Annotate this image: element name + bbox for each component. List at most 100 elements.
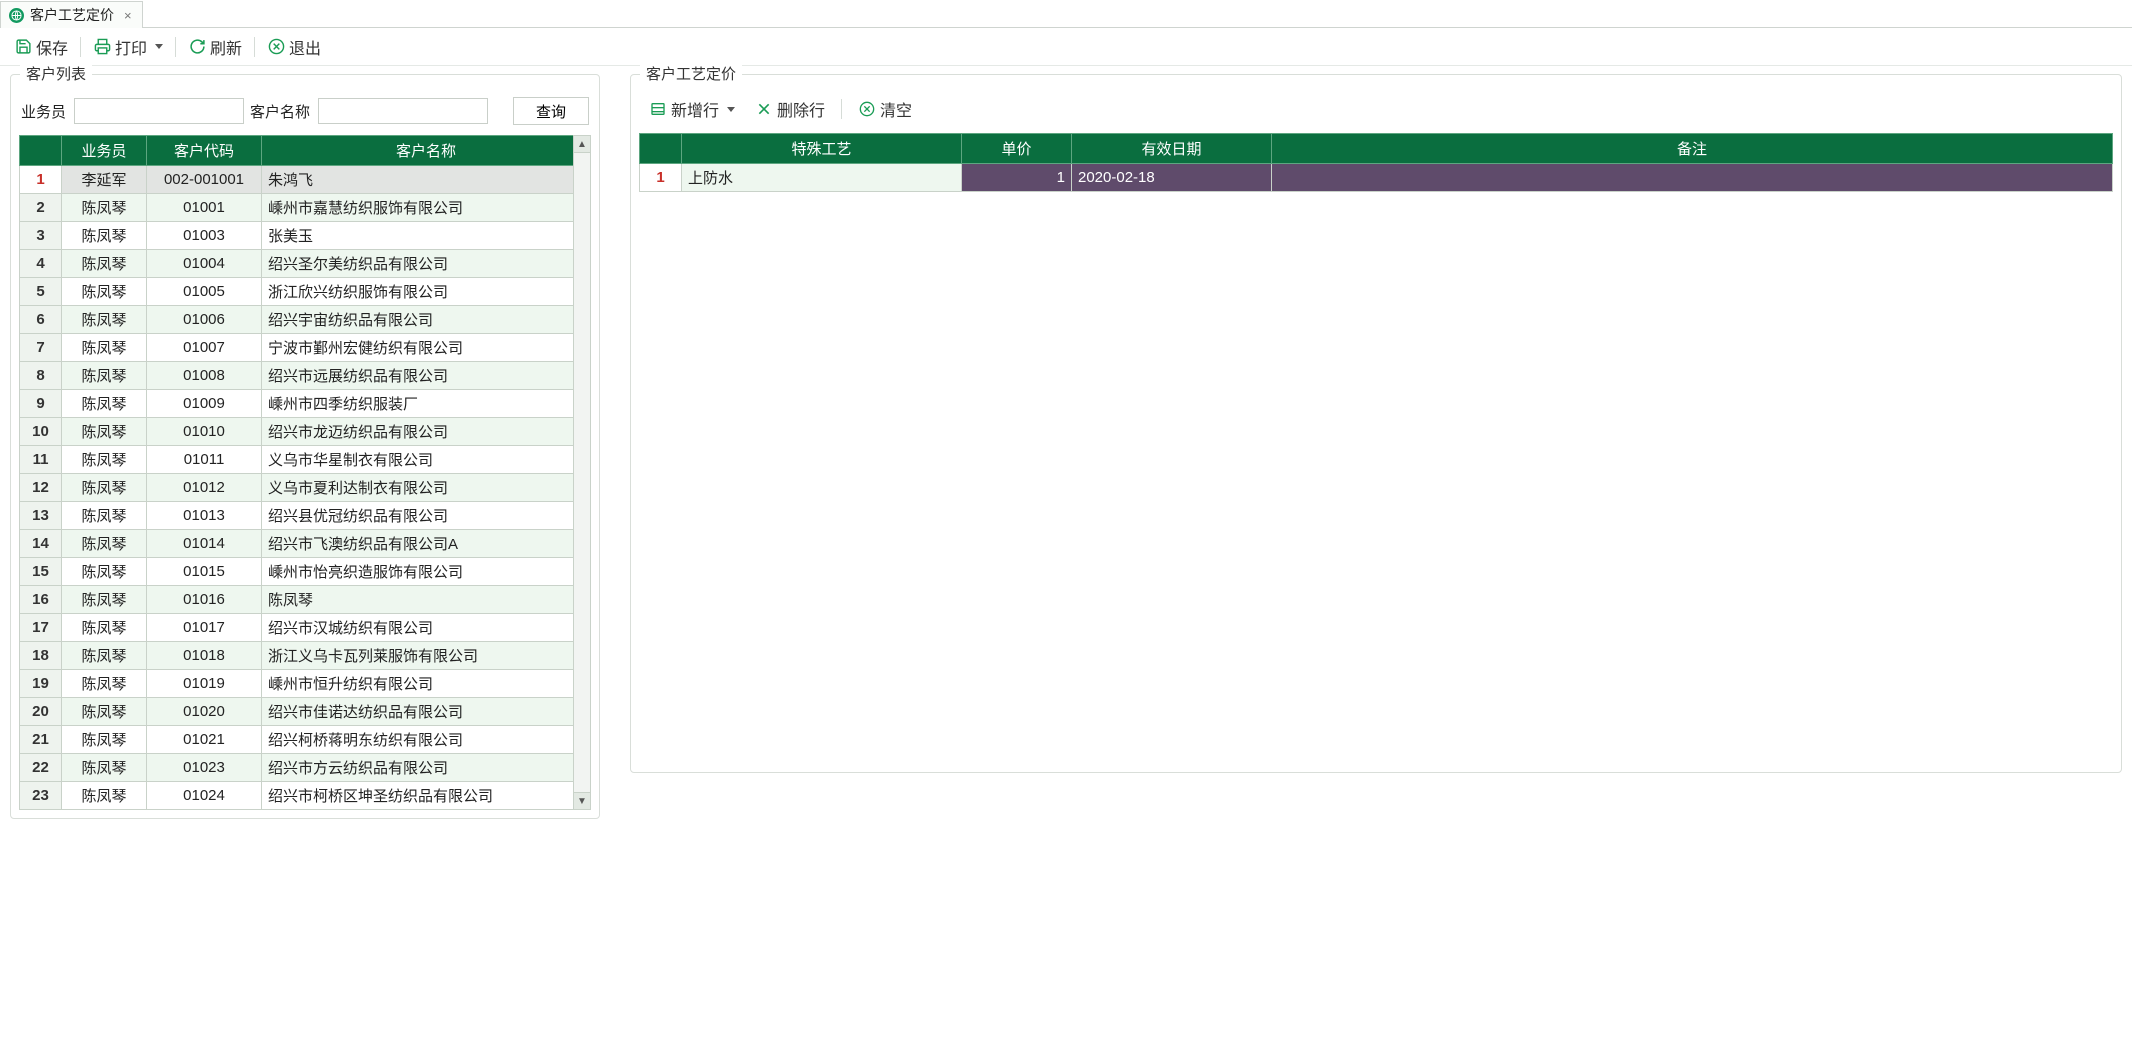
cell-sales[interactable]: 陈凤琴 (62, 222, 147, 250)
cell-process[interactable]: 上防水 (682, 164, 962, 192)
cell-name[interactable]: 绍兴柯桥蒋明东纺织有限公司 (262, 726, 591, 754)
clear-button[interactable]: 清空 (850, 95, 920, 123)
table-row[interactable]: 16陈凤琴01016陈凤琴 (20, 586, 591, 614)
cell-code[interactable]: 01018 (147, 642, 262, 670)
col-header-sales[interactable]: 业务员 (62, 136, 147, 166)
cell-code[interactable]: 01004 (147, 250, 262, 278)
cell-date[interactable]: 2020-02-18 (1072, 164, 1272, 192)
cell-sales[interactable]: 陈凤琴 (62, 614, 147, 642)
cell-sales[interactable]: 陈凤琴 (62, 782, 147, 810)
cell-name[interactable]: 义乌市华星制衣有限公司 (262, 446, 591, 474)
cell-sales[interactable]: 陈凤琴 (62, 558, 147, 586)
table-row[interactable]: 18陈凤琴01018浙江义乌卡瓦列莱服饰有限公司 (20, 642, 591, 670)
cell-name[interactable]: 绍兴市远展纺织品有限公司 (262, 362, 591, 390)
table-row[interactable]: 1上防水12020-02-18 (640, 164, 2113, 192)
cell-sales[interactable]: 陈凤琴 (62, 418, 147, 446)
cell-sales[interactable]: 陈凤琴 (62, 726, 147, 754)
col-header-note[interactable]: 备注 (1272, 134, 2113, 164)
cell-name[interactable]: 陈凤琴 (262, 586, 591, 614)
cell-code[interactable]: 01013 (147, 502, 262, 530)
table-row[interactable]: 22陈凤琴01023绍兴市方云纺织品有限公司 (20, 754, 591, 782)
cell-name[interactable]: 宁波市鄞州宏健纺织有限公司 (262, 334, 591, 362)
delete-row-button[interactable]: 删除行 (747, 95, 833, 123)
cell-name[interactable]: 绍兴市龙迈纺织品有限公司 (262, 418, 591, 446)
cell-sales[interactable]: 陈凤琴 (62, 530, 147, 558)
table-row[interactable]: 19陈凤琴01019嵊州市恒升纺织有限公司 (20, 670, 591, 698)
pricing-grid[interactable]: 特殊工艺 单价 有效日期 备注 1上防水12020-02-18 (639, 133, 2113, 192)
cell-name[interactable]: 绍兴圣尔美纺织品有限公司 (262, 250, 591, 278)
scroll-up-icon[interactable]: ▲ (574, 136, 590, 153)
cell-name[interactable]: 绍兴市飞澳纺织品有限公司A (262, 530, 591, 558)
cell-name[interactable]: 嵊州市恒升纺织有限公司 (262, 670, 591, 698)
cell-sales[interactable]: 陈凤琴 (62, 278, 147, 306)
cell-code[interactable]: 01011 (147, 446, 262, 474)
table-row[interactable]: 7陈凤琴01007宁波市鄞州宏健纺织有限公司 (20, 334, 591, 362)
cell-code[interactable]: 01019 (147, 670, 262, 698)
cell-code[interactable]: 01008 (147, 362, 262, 390)
col-header-process[interactable]: 特殊工艺 (682, 134, 962, 164)
table-row[interactable]: 4陈凤琴01004绍兴圣尔美纺织品有限公司 (20, 250, 591, 278)
cell-code[interactable]: 002-001001 (147, 166, 262, 194)
cell-name[interactable]: 义乌市夏利达制衣有限公司 (262, 474, 591, 502)
query-button[interactable]: 查询 (513, 97, 589, 125)
table-row[interactable]: 3陈凤琴01003张美玉 (20, 222, 591, 250)
cell-sales[interactable]: 陈凤琴 (62, 334, 147, 362)
cell-name[interactable]: 绍兴宇宙纺织品有限公司 (262, 306, 591, 334)
cell-price[interactable]: 1 (962, 164, 1072, 192)
cell-sales[interactable]: 陈凤琴 (62, 194, 147, 222)
cell-name[interactable]: 绍兴市柯桥区坤圣纺织品有限公司 (262, 782, 591, 810)
cell-code[interactable]: 01020 (147, 698, 262, 726)
cell-sales[interactable]: 陈凤琴 (62, 698, 147, 726)
cell-code[interactable]: 01024 (147, 782, 262, 810)
cell-name[interactable]: 绍兴县优冠纺织品有限公司 (262, 502, 591, 530)
cell-sales[interactable]: 陈凤琴 (62, 754, 147, 782)
cell-sales[interactable]: 陈凤琴 (62, 306, 147, 334)
table-row[interactable]: 6陈凤琴01006绍兴宇宙纺织品有限公司 (20, 306, 591, 334)
cell-name[interactable]: 浙江欣兴纺织服饰有限公司 (262, 278, 591, 306)
table-row[interactable]: 15陈凤琴01015嵊州市怡亮织造服饰有限公司 (20, 558, 591, 586)
cell-name[interactable]: 张美玉 (262, 222, 591, 250)
table-row[interactable]: 13陈凤琴01013绍兴县优冠纺织品有限公司 (20, 502, 591, 530)
cell-code[interactable]: 01023 (147, 754, 262, 782)
cell-code[interactable]: 01001 (147, 194, 262, 222)
table-row[interactable]: 12陈凤琴01012义乌市夏利达制衣有限公司 (20, 474, 591, 502)
cell-sales[interactable]: 陈凤琴 (62, 502, 147, 530)
print-button[interactable]: 打印 (85, 33, 171, 61)
table-row[interactable]: 17陈凤琴01017绍兴市汉城纺织有限公司 (20, 614, 591, 642)
cell-name[interactable]: 朱鸿飞 (262, 166, 591, 194)
scroll-down-icon[interactable]: ▼ (574, 792, 590, 809)
refresh-button[interactable]: 刷新 (180, 33, 250, 61)
vertical-scrollbar[interactable]: ▲ ▼ (573, 135, 591, 810)
cell-name[interactable]: 绍兴市方云纺织品有限公司 (262, 754, 591, 782)
cell-name[interactable]: 绍兴市汉城纺织有限公司 (262, 614, 591, 642)
save-button[interactable]: 保存 (6, 33, 76, 61)
table-row[interactable]: 1李延军002-001001朱鸿飞 (20, 166, 591, 194)
table-row[interactable]: 8陈凤琴01008绍兴市远展纺织品有限公司 (20, 362, 591, 390)
tab-customer-pricing[interactable]: 客户工艺定价 × (0, 1, 143, 28)
cell-sales[interactable]: 陈凤琴 (62, 670, 147, 698)
cell-code[interactable]: 01015 (147, 558, 262, 586)
cell-sales[interactable]: 陈凤琴 (62, 446, 147, 474)
col-header-date[interactable]: 有效日期 (1072, 134, 1272, 164)
exit-button[interactable]: 退出 (259, 33, 329, 61)
table-row[interactable]: 9陈凤琴01009嵊州市四季纺织服装厂 (20, 390, 591, 418)
close-icon[interactable]: × (124, 8, 132, 23)
cell-code[interactable]: 01021 (147, 726, 262, 754)
table-row[interactable]: 14陈凤琴01014绍兴市飞澳纺织品有限公司A (20, 530, 591, 558)
cell-sales[interactable]: 陈凤琴 (62, 362, 147, 390)
table-row[interactable]: 23陈凤琴01024绍兴市柯桥区坤圣纺织品有限公司 (20, 782, 591, 810)
cell-code[interactable]: 01010 (147, 418, 262, 446)
cell-sales[interactable]: 陈凤琴 (62, 642, 147, 670)
cell-code[interactable]: 01005 (147, 278, 262, 306)
cell-note[interactable] (1272, 164, 2113, 192)
cell-name[interactable]: 浙江义乌卡瓦列莱服饰有限公司 (262, 642, 591, 670)
salesperson-input[interactable] (74, 98, 244, 124)
cell-sales[interactable]: 李延军 (62, 166, 147, 194)
table-row[interactable]: 5陈凤琴01005浙江欣兴纺织服饰有限公司 (20, 278, 591, 306)
customer-name-input[interactable] (318, 98, 488, 124)
cell-name[interactable]: 嵊州市怡亮织造服饰有限公司 (262, 558, 591, 586)
customer-grid[interactable]: 业务员 客户代码 客户名称 1李延军002-001001朱鸿飞2陈凤琴01001… (19, 135, 591, 810)
cell-code[interactable]: 01016 (147, 586, 262, 614)
cell-name[interactable]: 绍兴市佳诺达纺织品有限公司 (262, 698, 591, 726)
cell-code[interactable]: 01012 (147, 474, 262, 502)
